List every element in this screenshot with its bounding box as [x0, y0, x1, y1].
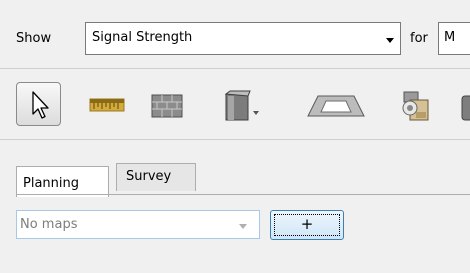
tab-survey[interactable]: Survey — [116, 163, 196, 191]
maps-select[interactable]: No maps — [16, 210, 260, 239]
select-arrow-icon — [32, 91, 49, 119]
chevron-down-icon — [239, 224, 247, 229]
for-select[interactable]: M — [438, 22, 470, 55]
separator — [0, 68, 470, 69]
add-map-button[interactable]: + — [270, 210, 344, 240]
chevron-down-icon — [386, 38, 394, 43]
pillar-icon[interactable] — [224, 90, 251, 121]
measure-ruler-icon[interactable] — [89, 98, 125, 112]
for-label: for — [410, 31, 428, 46]
add-map-label: + — [300, 215, 314, 233]
toolbar-icons — [89, 90, 470, 121]
tab-bar: Planning Survey — [16, 163, 470, 197]
tab-survey-label: Survey — [126, 169, 172, 184]
tab-planning-label: Planning — [23, 176, 79, 191]
brick-wall-icon[interactable] — [151, 94, 183, 118]
dropdown-icon[interactable] — [253, 111, 259, 115]
maps-select-value: No maps — [20, 217, 78, 232]
select-tool-button[interactable] — [16, 82, 61, 126]
tab-underline — [16, 194, 470, 195]
show-row: Show Signal Strength for M — [0, 0, 470, 77]
device-icon[interactable] — [461, 95, 470, 121]
show-select[interactable]: Signal Strength — [85, 22, 401, 55]
access-point-icon[interactable] — [402, 91, 429, 121]
tab-planning[interactable]: Planning — [16, 166, 109, 197]
show-select-value: Signal Strength — [92, 30, 193, 45]
separator — [0, 139, 470, 140]
for-select-value: M — [444, 30, 456, 45]
show-label: Show — [16, 31, 52, 46]
floor-area-icon[interactable] — [307, 95, 365, 117]
